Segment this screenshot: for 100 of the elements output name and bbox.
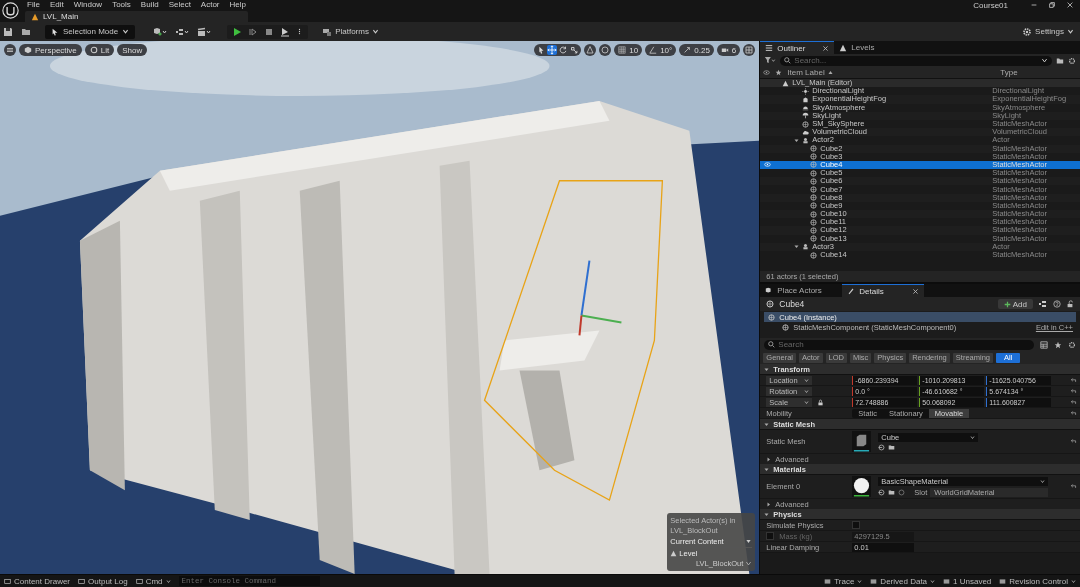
reset-icon[interactable] [1070, 398, 1077, 406]
reset-icon[interactable] [1070, 483, 1077, 490]
play-icon[interactable] [232, 26, 243, 37]
browse-icon[interactable] [888, 488, 896, 496]
status-button[interactable]: Derived Data [870, 576, 936, 586]
rotate-icon[interactable] [558, 45, 569, 55]
panel-tab[interactable]: Place Actors [760, 284, 843, 297]
use-selected-icon[interactable] [878, 443, 886, 451]
checkbox[interactable] [852, 521, 861, 529]
status-button[interactable]: Output Log [78, 576, 128, 586]
actor-icon [802, 243, 810, 251]
table-icon[interactable] [1040, 340, 1048, 349]
actor-icon [802, 136, 810, 144]
reset-icon[interactable] [1070, 409, 1077, 417]
blueprint-icon[interactable] [1038, 299, 1048, 309]
window-icon [4, 577, 11, 585]
level-icon [839, 43, 848, 52]
sphere-mesh-icon [782, 323, 790, 331]
restore-icon[interactable] [1048, 1, 1056, 9]
use-selected-icon[interactable] [878, 488, 886, 496]
snap-grid-control[interactable]: 10 [614, 44, 643, 56]
platforms-button[interactable]: Platforms [322, 26, 379, 37]
status-button[interactable]: Cmd [135, 576, 171, 586]
search-field[interactable]: Search [764, 339, 1034, 350]
grid-icon [618, 46, 627, 54]
star-icon[interactable] [775, 69, 783, 76]
close-icon[interactable] [822, 44, 830, 52]
sphere-mesh-icon [766, 300, 775, 308]
caret-down-icon [1067, 28, 1074, 35]
globe-icon[interactable] [599, 44, 612, 56]
menu-item[interactable]: Tools [112, 0, 131, 10]
menu-item[interactable]: Build [140, 0, 159, 10]
folder-icon[interactable] [1056, 56, 1064, 65]
reset-icon[interactable] [1070, 438, 1077, 445]
help-icon[interactable] [1053, 300, 1061, 308]
scale-icon[interactable] [569, 45, 580, 55]
step-icon[interactable] [248, 26, 259, 37]
actor-name: Cube4 [779, 299, 805, 309]
close-icon[interactable] [1066, 1, 1074, 9]
reset-icon[interactable] [1070, 387, 1077, 395]
show-button[interactable]: Show [117, 44, 148, 56]
caret-down-icon [1040, 478, 1046, 484]
caret-down-icon [970, 434, 976, 440]
settings-button[interactable]: Settings [1022, 26, 1074, 37]
snap-angle-control[interactable]: 10° [645, 44, 677, 56]
menu-item[interactable]: Help [229, 0, 246, 10]
status-button[interactable]: Trace [824, 576, 863, 586]
lock-icon[interactable] [817, 398, 825, 406]
panel-tab[interactable]: Details [842, 284, 925, 297]
caret-icon [764, 421, 770, 427]
caret-down-icon[interactable] [794, 244, 800, 250]
status-button[interactable]: Content Drawer [4, 576, 71, 586]
clapperboard-icon[interactable] [197, 26, 212, 37]
panel-tab[interactable]: Outliner [760, 41, 835, 54]
folder-icon[interactable] [21, 26, 31, 37]
minimize-icon[interactable] [1030, 1, 1038, 9]
panel-tab[interactable]: Levels [834, 41, 909, 54]
selection-mode-dropdown[interactable]: Selection Mode [45, 24, 136, 39]
layout-icon[interactable] [743, 44, 756, 56]
column-header[interactable]: Type [1000, 68, 1077, 77]
move-arrows-icon[interactable] [547, 45, 558, 55]
search-field[interactable]: Search... [780, 55, 1052, 66]
filter-icon[interactable] [764, 56, 777, 65]
settings-icon[interactable] [1068, 56, 1076, 65]
status-button[interactable]: 1 Unsaved [943, 576, 992, 586]
document-tab[interactable]: LVL_Main [25, 11, 248, 22]
search-icon [784, 57, 792, 64]
menu-item[interactable]: Window [73, 0, 103, 10]
app-logo-icon[interactable] [2, 2, 19, 19]
devices-icon [322, 26, 333, 37]
eye-icon[interactable] [763, 69, 771, 76]
settings-icon[interactable] [1068, 340, 1076, 349]
caret-down-icon [930, 578, 936, 584]
eject-icon[interactable] [280, 26, 291, 37]
add-button[interactable]: Add [997, 299, 1033, 309]
cone-icon[interactable] [584, 44, 597, 56]
search-icon [768, 341, 776, 348]
menu-icon[interactable] [4, 44, 16, 56]
menu-item[interactable]: File [27, 0, 40, 10]
angle-icon [649, 46, 658, 54]
perspective-button[interactable]: Perspective [19, 44, 82, 56]
reset-icon[interactable] [1070, 376, 1077, 384]
blueprint-icon[interactable] [175, 26, 190, 37]
snap-scale-control[interactable]: 0.25 [679, 44, 714, 56]
menu-item[interactable]: Edit [49, 0, 64, 10]
stop-icon[interactable] [264, 26, 275, 37]
checkbox[interactable] [766, 532, 775, 540]
menu-item[interactable]: Select [168, 0, 191, 10]
camera-icon [720, 46, 729, 54]
status-button[interactable]: Revision Control [999, 576, 1076, 586]
unlock-icon[interactable] [1066, 300, 1074, 308]
column-header[interactable]: Item Label [787, 68, 996, 77]
close-icon[interactable] [912, 287, 920, 295]
star-icon[interactable] [1054, 340, 1062, 349]
umbrella-icon [802, 112, 810, 120]
sun-icon [802, 87, 810, 95]
menu-item[interactable]: Actor [200, 0, 220, 10]
save-icon[interactable] [3, 26, 13, 37]
lit-button[interactable]: Lit [84, 44, 115, 56]
add-actor-icon[interactable] [153, 26, 168, 37]
